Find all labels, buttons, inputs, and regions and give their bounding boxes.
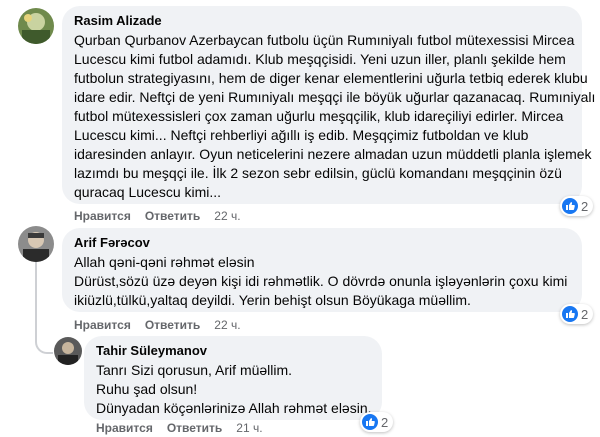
comment-actions: Нравится Ответить 21 ч.: [96, 420, 277, 436]
reaction-count[interactable]: 2: [560, 196, 594, 216]
reply-thread-line: [35, 262, 53, 354]
comment-actions: Нравится Ответить 22 ч.: [74, 317, 255, 333]
comment-author[interactable]: Arif Fərəcov: [74, 235, 570, 251]
comment-author[interactable]: Tahir Süleymanov: [96, 343, 370, 359]
avatar-rasim[interactable]: [18, 8, 54, 44]
comment-author[interactable]: Rasim Alizade: [74, 13, 570, 29]
like-button[interactable]: Нравится: [74, 318, 131, 332]
comment-actions: Нравится Ответить 22 ч.: [74, 208, 255, 224]
timestamp[interactable]: 21 ч.: [236, 421, 262, 435]
like-icon: [562, 306, 578, 322]
avatar-tahir[interactable]: [54, 337, 82, 365]
like-icon: [362, 414, 378, 430]
reaction-count[interactable]: 2: [560, 304, 594, 324]
reply-button[interactable]: Ответить: [145, 318, 200, 332]
like-button[interactable]: Нравится: [96, 421, 153, 435]
reaction-count[interactable]: 2: [360, 412, 394, 432]
timestamp[interactable]: 22 ч.: [214, 209, 240, 223]
comment-text: Qurban Qurbanov Azerbaycan futbolu üçün …: [74, 32, 596, 200]
timestamp[interactable]: 22 ч.: [214, 318, 240, 332]
comment-bubble-1: Rasim Alizade Qurban Qurbanov Azerbaycan…: [62, 6, 596, 204]
comment-text: Tanrı Sizi qorusun, Arif müəllim. Ruhu ş…: [96, 362, 372, 416]
like-button[interactable]: Нравится: [74, 209, 131, 223]
like-icon: [562, 198, 578, 214]
comment-text: Allah qəni-qəni rəhmət eləsin Dürüst,söz…: [74, 254, 568, 308]
avatar-arif[interactable]: [18, 226, 54, 262]
reply-button[interactable]: Ответить: [167, 421, 222, 435]
reply-button[interactable]: Ответить: [145, 209, 200, 223]
comment-bubble-3: Tahir Süleymanov Tanrı Sizi qorusun, Ari…: [84, 336, 382, 420]
comment-bubble-2: Arif Fərəcov Allah qəni-qəni rəhmət eləs…: [62, 228, 582, 312]
